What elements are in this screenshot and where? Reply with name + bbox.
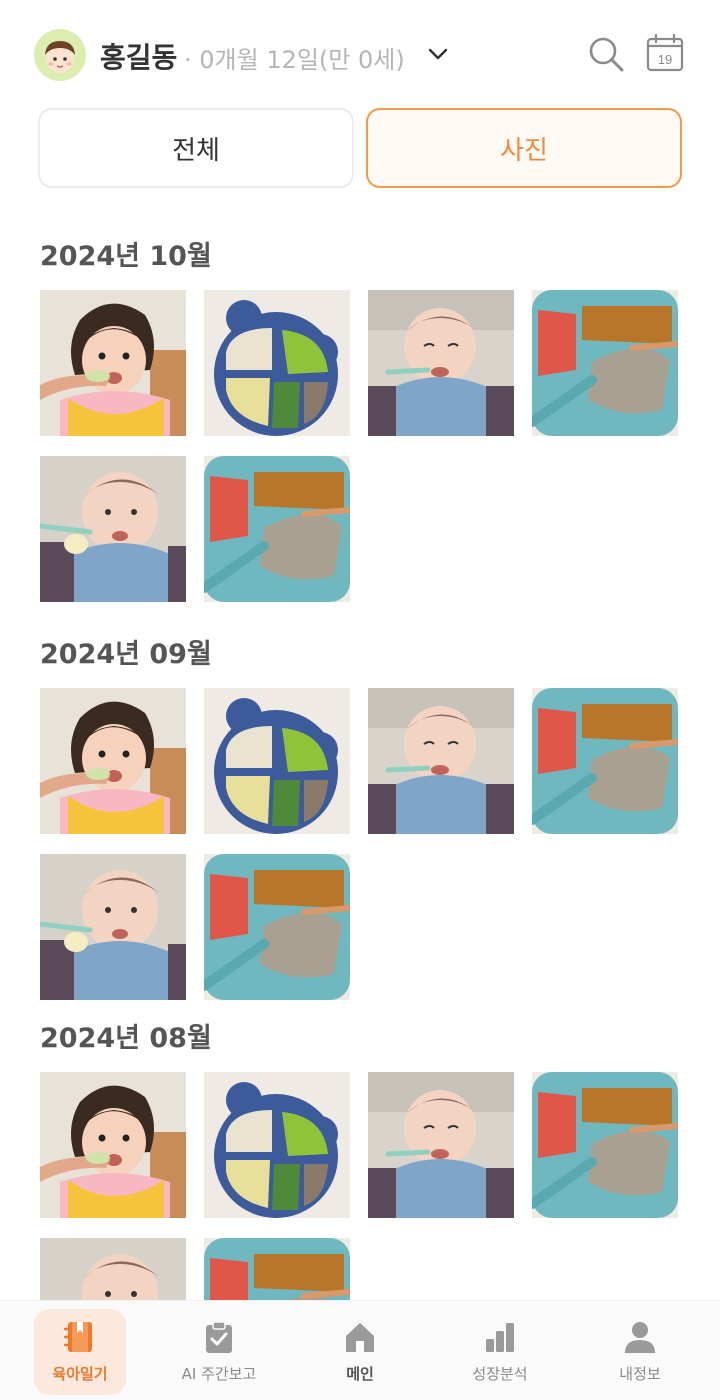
chevron-down-icon[interactable]: [426, 42, 450, 66]
photo-thumbnail[interactable]: [40, 854, 186, 1000]
photo-thumbnail[interactable]: [40, 1072, 186, 1218]
nav-my-info-label: 내정보: [619, 1365, 661, 1383]
clipboard-check-icon: [201, 1319, 237, 1355]
home-icon: [342, 1319, 378, 1355]
photo-thumbnail[interactable]: [204, 456, 350, 602]
tab-photo[interactable]: 사진: [366, 108, 682, 188]
nav-growth[interactable]: 성장분석: [454, 1309, 546, 1395]
baby-face-icon[interactable]: [34, 29, 86, 81]
section-title: 2024년 09월: [40, 639, 212, 670]
section-title: 2024년 10월: [40, 241, 212, 272]
photo-thumbnail[interactable]: [204, 290, 350, 436]
photo-thumbnail[interactable]: [40, 1238, 186, 1300]
photo-thumbnail[interactable]: [204, 1072, 350, 1218]
nav-ai-report[interactable]: AI 주간보고: [173, 1309, 265, 1395]
photo-thumbnail[interactable]: [368, 1072, 514, 1218]
photo-thumbnail[interactable]: [532, 1072, 678, 1218]
bar-chart-icon: [482, 1319, 518, 1355]
nav-diary-label: 육아일기: [52, 1365, 108, 1383]
photo-thumbnail[interactable]: [40, 290, 186, 436]
photo-thumbnail[interactable]: [40, 688, 186, 834]
photo-thumbnail[interactable]: [532, 688, 678, 834]
tab-photo-label: 사진: [500, 135, 548, 166]
bottom-nav: 육아일기 AI 주간보고 메인 성장분석 내정보: [0, 1300, 720, 1400]
person-icon: [622, 1319, 658, 1355]
nav-main-label: 메인: [346, 1365, 374, 1383]
app-header: 홍길동 · 0개월 12일(만 0세) 19: [0, 0, 720, 108]
photo-thumbnail[interactable]: [204, 854, 350, 1000]
search-icon[interactable]: [586, 34, 626, 74]
calendar-icon[interactable]: 19: [644, 32, 686, 74]
nav-my-info[interactable]: 내정보: [594, 1309, 686, 1395]
photo-thumbnail[interactable]: [40, 456, 186, 602]
nav-ai-report-label: AI 주간보고: [181, 1365, 257, 1383]
nav-main[interactable]: 메인: [314, 1309, 406, 1395]
tab-all-label: 전체: [172, 135, 220, 166]
child-name[interactable]: 홍길동: [100, 36, 177, 76]
section-title: 2024년 08월: [40, 1023, 212, 1054]
photo-thumbnail[interactable]: [368, 688, 514, 834]
calendar-day: 19: [658, 52, 672, 67]
photo-thumbnail[interactable]: [204, 1238, 350, 1300]
photo-thumbnail[interactable]: [204, 688, 350, 834]
child-age[interactable]: · 0개월 12일(만 0세): [184, 40, 405, 75]
photo-thumbnail[interactable]: [532, 290, 678, 436]
photo-thumbnail[interactable]: [368, 290, 514, 436]
diary-icon: [62, 1319, 98, 1355]
tab-all[interactable]: 전체: [38, 108, 354, 188]
nav-diary[interactable]: 육아일기: [34, 1309, 126, 1395]
nav-growth-label: 성장분석: [472, 1365, 528, 1383]
